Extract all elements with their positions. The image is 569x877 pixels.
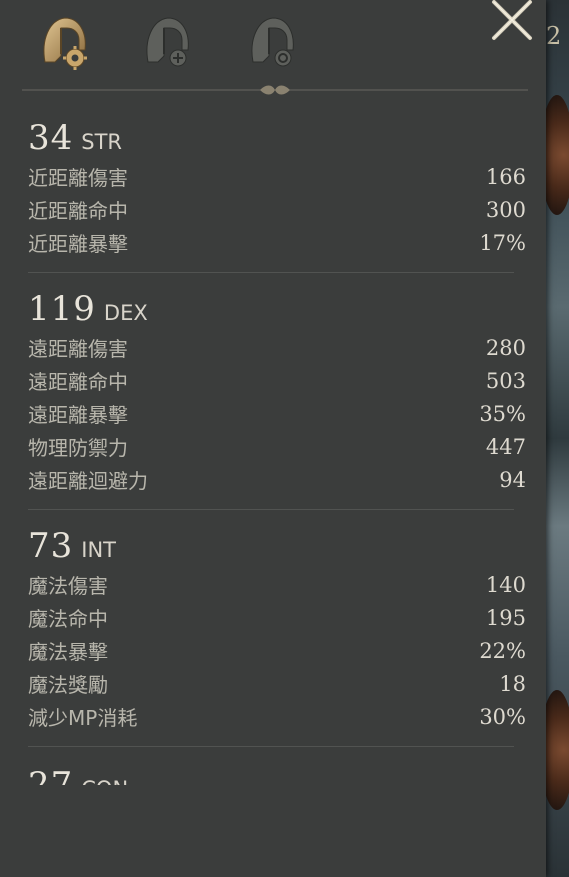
stat-label: 魔法獎勵 bbox=[28, 673, 108, 697]
int-section: 73 INT 魔法傷害 140 魔法命中 195 魔法暴擊 22% 魔法獎勵 1… bbox=[28, 526, 528, 733]
tab-helmet-gear[interactable] bbox=[35, 10, 95, 74]
stat-row: 魔法命中 195 bbox=[28, 601, 528, 634]
stat-value: 140 bbox=[485, 572, 526, 597]
stat-value: 18 bbox=[499, 671, 526, 696]
stat-value: 30% bbox=[479, 704, 526, 729]
stat-row: 近距離暴擊 17% bbox=[28, 226, 528, 259]
section-divider bbox=[28, 272, 514, 273]
int-header: 73 INT bbox=[28, 526, 528, 568]
character-stats-panel: 34 STR 近距離傷害 166 近距離命中 300 近距離暴擊 17% 119… bbox=[0, 0, 546, 877]
con-section: 27 CON bbox=[28, 763, 528, 785]
stat-row: 魔法獎勵 18 bbox=[28, 667, 528, 700]
stat-row: 近距離傷害 166 bbox=[28, 160, 528, 193]
background-number: 2 bbox=[546, 22, 562, 50]
con-label: CON bbox=[81, 777, 128, 785]
tab-helmet-coin[interactable] bbox=[243, 10, 303, 74]
stat-row: 近距離命中 300 bbox=[28, 193, 528, 226]
stat-value: 280 bbox=[485, 335, 526, 360]
stats-list: 34 STR 近距離傷害 166 近距離命中 300 近距離暴擊 17% 119… bbox=[28, 118, 528, 785]
stat-value: 94 bbox=[499, 467, 526, 492]
stat-label: 減少MP消耗 bbox=[28, 706, 138, 730]
helmet-plus-icon bbox=[146, 17, 189, 67]
stat-value: 503 bbox=[485, 368, 526, 393]
stat-label: 近距離命中 bbox=[28, 199, 128, 223]
stat-row: 魔法暴擊 22% bbox=[28, 634, 528, 667]
stat-row: 物理防禦力 447 bbox=[28, 430, 528, 463]
stat-row: 魔法傷害 140 bbox=[28, 568, 528, 601]
helmet-gear-icon bbox=[43, 17, 87, 70]
stat-label: 遠距離暴擊 bbox=[28, 403, 128, 427]
stat-value: 300 bbox=[485, 197, 526, 222]
str-section: 34 STR 近距離傷害 166 近距離命中 300 近距離暴擊 17% bbox=[28, 118, 528, 259]
close-button[interactable] bbox=[490, 0, 534, 44]
stat-label: 魔法傷害 bbox=[28, 574, 108, 598]
stat-value: 195 bbox=[485, 605, 526, 630]
stat-label: 魔法暴擊 bbox=[28, 640, 108, 664]
stat-label: 遠距離傷害 bbox=[28, 337, 128, 361]
stat-label: 遠距離命中 bbox=[28, 370, 128, 394]
stat-label: 遠距離迴避力 bbox=[28, 469, 148, 493]
stat-label: 魔法命中 bbox=[28, 607, 108, 631]
stat-row: 遠距離命中 503 bbox=[28, 364, 528, 397]
dex-value: 119 bbox=[28, 289, 96, 329]
con-value: 27 bbox=[28, 765, 74, 785]
section-divider bbox=[28, 746, 514, 747]
helmet-coin-icon bbox=[251, 17, 294, 67]
close-icon bbox=[492, 0, 532, 40]
stat-value: 17% bbox=[479, 230, 526, 255]
int-label: INT bbox=[81, 538, 116, 562]
stat-value: 166 bbox=[485, 164, 526, 189]
section-divider bbox=[28, 509, 514, 510]
stat-row: 遠距離迴避力 94 bbox=[28, 463, 528, 496]
stat-row: 遠距離傷害 280 bbox=[28, 331, 528, 364]
stat-row: 減少MP消耗 30% bbox=[28, 700, 528, 733]
tab-helmet-plus[interactable] bbox=[138, 10, 198, 74]
str-value: 34 bbox=[28, 118, 74, 158]
stat-row: 遠距離暴擊 35% bbox=[28, 397, 528, 430]
stat-label: 物理防禦力 bbox=[28, 436, 128, 460]
stat-value: 35% bbox=[479, 401, 526, 426]
stat-value: 22% bbox=[479, 638, 526, 663]
stat-value: 447 bbox=[485, 434, 526, 459]
str-header: 34 STR bbox=[28, 118, 528, 160]
dex-header: 119 DEX bbox=[28, 289, 528, 331]
header-divider-ornament bbox=[22, 85, 528, 95]
con-header: 27 CON bbox=[28, 765, 528, 785]
dex-section: 119 DEX 遠距離傷害 280 遠距離命中 503 遠距離暴擊 35% 物理… bbox=[28, 289, 528, 496]
stat-label: 近距離暴擊 bbox=[28, 232, 128, 256]
dex-label: DEX bbox=[103, 301, 148, 325]
int-value: 73 bbox=[28, 526, 74, 566]
stat-label: 近距離傷害 bbox=[28, 166, 128, 190]
str-label: STR bbox=[81, 130, 123, 154]
